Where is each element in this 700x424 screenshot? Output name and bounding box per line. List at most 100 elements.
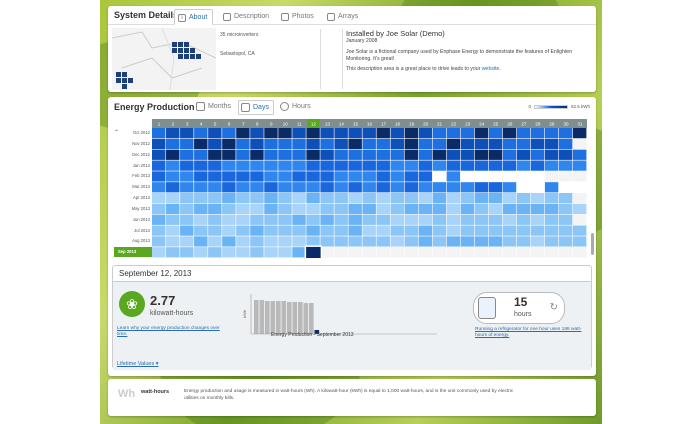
heatmap-cell[interactable] <box>180 236 194 247</box>
heatmap-cell[interactable] <box>250 236 264 247</box>
heatmap-cell[interactable] <box>194 214 208 225</box>
heatmap-cell[interactable] <box>516 236 531 247</box>
heatmap-cell[interactable] <box>166 149 180 160</box>
heatmap-cell[interactable] <box>348 160 362 171</box>
month-label[interactable]: Apr 2013 <box>133 193 150 203</box>
heatmap-cell[interactable] <box>222 193 236 204</box>
heatmap-cell[interactable] <box>320 149 334 160</box>
heatmap-cell[interactable] <box>348 182 362 193</box>
heatmap-cell[interactable] <box>222 236 236 247</box>
day-tick[interactable]: 13 <box>325 122 331 127</box>
heatmap-cell[interactable] <box>166 236 180 247</box>
heatmap-cell[interactable] <box>264 203 278 215</box>
heatmap-cell[interactable] <box>460 203 475 215</box>
heatmap-cell[interactable] <box>474 171 489 182</box>
heatmap-cell[interactable] <box>572 182 587 193</box>
heatmap-cell[interactable] <box>180 171 194 182</box>
heatmap-cell[interactable] <box>250 160 264 171</box>
heatmap-cell[interactable] <box>208 149 222 160</box>
refresh-icon[interactable]: ↻ <box>550 302 558 313</box>
heatmap-cell[interactable] <box>166 214 180 225</box>
heatmap-cell[interactable] <box>334 182 348 193</box>
heatmap-cell[interactable] <box>572 128 587 139</box>
heatmap-cell[interactable] <box>208 247 222 258</box>
heatmap-cell[interactable] <box>404 225 419 236</box>
heatmap-cell[interactable] <box>306 149 320 160</box>
heatmap-cell[interactable] <box>264 247 278 258</box>
heatmap-cell[interactable] <box>502 149 517 160</box>
heatmap-cell[interactable] <box>152 138 166 150</box>
heatmap-cell[interactable] <box>502 138 517 150</box>
heatmap-cell[interactable] <box>194 171 208 182</box>
heatmap-cell[interactable] <box>376 247 390 258</box>
heatmap-cell[interactable] <box>474 203 489 215</box>
heatmap-cell[interactable] <box>278 128 292 139</box>
heatmap-cell[interactable] <box>320 138 334 150</box>
heatmap-cell[interactable] <box>278 171 292 182</box>
heatmap-cell[interactable] <box>292 214 306 225</box>
heatmap-cell[interactable] <box>292 203 306 215</box>
heatmap-cell[interactable] <box>418 214 433 225</box>
heatmap-cell[interactable] <box>432 225 447 236</box>
heatmap-cell[interactable] <box>362 214 376 225</box>
heatmap-cell[interactable] <box>432 182 447 193</box>
heatmap-cell[interactable] <box>222 182 236 193</box>
heatmap-cell[interactable] <box>404 236 419 247</box>
heatmap-cell[interactable] <box>390 236 404 247</box>
heatmap-cell[interactable] <box>208 138 222 150</box>
heatmap-cell[interactable] <box>194 203 208 215</box>
tab-description[interactable]: Description <box>220 9 274 25</box>
heatmap-cell[interactable] <box>418 128 433 139</box>
heatmap-cell[interactable] <box>418 171 433 182</box>
heatmap-cell[interactable] <box>446 193 461 204</box>
heatmap-cell[interactable] <box>208 182 222 193</box>
heatmap-cell[interactable] <box>572 214 587 225</box>
heatmap-cell[interactable] <box>488 138 503 150</box>
heatmap-cell[interactable] <box>432 149 447 160</box>
heatmap-cell[interactable] <box>208 128 222 139</box>
heatmap-cell[interactable] <box>152 214 166 225</box>
day-tick[interactable]: 28 <box>535 122 541 127</box>
heatmap-cell[interactable] <box>418 225 433 236</box>
heatmap-cell[interactable] <box>320 182 334 193</box>
heatmap-cell[interactable] <box>488 171 503 182</box>
day-tick[interactable]: 18 <box>395 122 401 127</box>
heatmap-cell[interactable] <box>222 203 236 215</box>
heatmap-cell[interactable] <box>222 225 236 236</box>
heatmap-cell[interactable] <box>432 193 447 204</box>
heatmap-cell[interactable] <box>376 203 390 215</box>
heatmap-cell[interactable] <box>572 138 587 150</box>
heatmap-cell[interactable] <box>516 171 531 182</box>
heatmap-cell[interactable] <box>390 138 404 150</box>
heatmap-cell[interactable] <box>250 214 264 225</box>
heatmap-cell[interactable] <box>278 203 292 215</box>
heatmap-cell[interactable] <box>432 236 447 247</box>
day-tick[interactable]: 23 <box>465 122 471 127</box>
heatmap-cell[interactable] <box>208 193 222 204</box>
heatmap-cell[interactable] <box>418 160 433 171</box>
heatmap-cell[interactable] <box>152 182 166 193</box>
tab-days[interactable]: Days <box>238 100 274 115</box>
heatmap-cell[interactable] <box>166 160 180 171</box>
day-tick[interactable]: 29 <box>549 122 555 127</box>
heatmap-cell[interactable] <box>558 247 573 258</box>
heatmap-cell[interactable] <box>432 171 447 182</box>
heatmap-cell[interactable] <box>194 160 208 171</box>
heatmap-cell[interactable] <box>404 171 419 182</box>
heatmap-cell[interactable] <box>208 160 222 171</box>
heatmap-cell[interactable] <box>572 225 587 236</box>
heatmap-cell[interactable] <box>334 171 348 182</box>
heatmap-cell[interactable] <box>194 225 208 236</box>
heatmap-cell[interactable] <box>572 149 587 160</box>
heatmap-cell[interactable] <box>488 247 503 258</box>
heatmap-cell[interactable] <box>348 149 362 160</box>
tab-about[interactable]: i About <box>174 9 214 25</box>
heatmap-cell[interactable] <box>544 236 559 247</box>
heatmap-cell[interactable] <box>488 182 503 193</box>
heatmap-cell[interactable] <box>544 160 559 171</box>
heatmap-cell[interactable] <box>460 193 475 204</box>
heatmap-cell[interactable] <box>446 160 461 171</box>
heatmap-cell[interactable] <box>544 171 559 182</box>
heatmap-cell[interactable] <box>446 247 461 258</box>
heatmap-cell[interactable] <box>264 171 278 182</box>
